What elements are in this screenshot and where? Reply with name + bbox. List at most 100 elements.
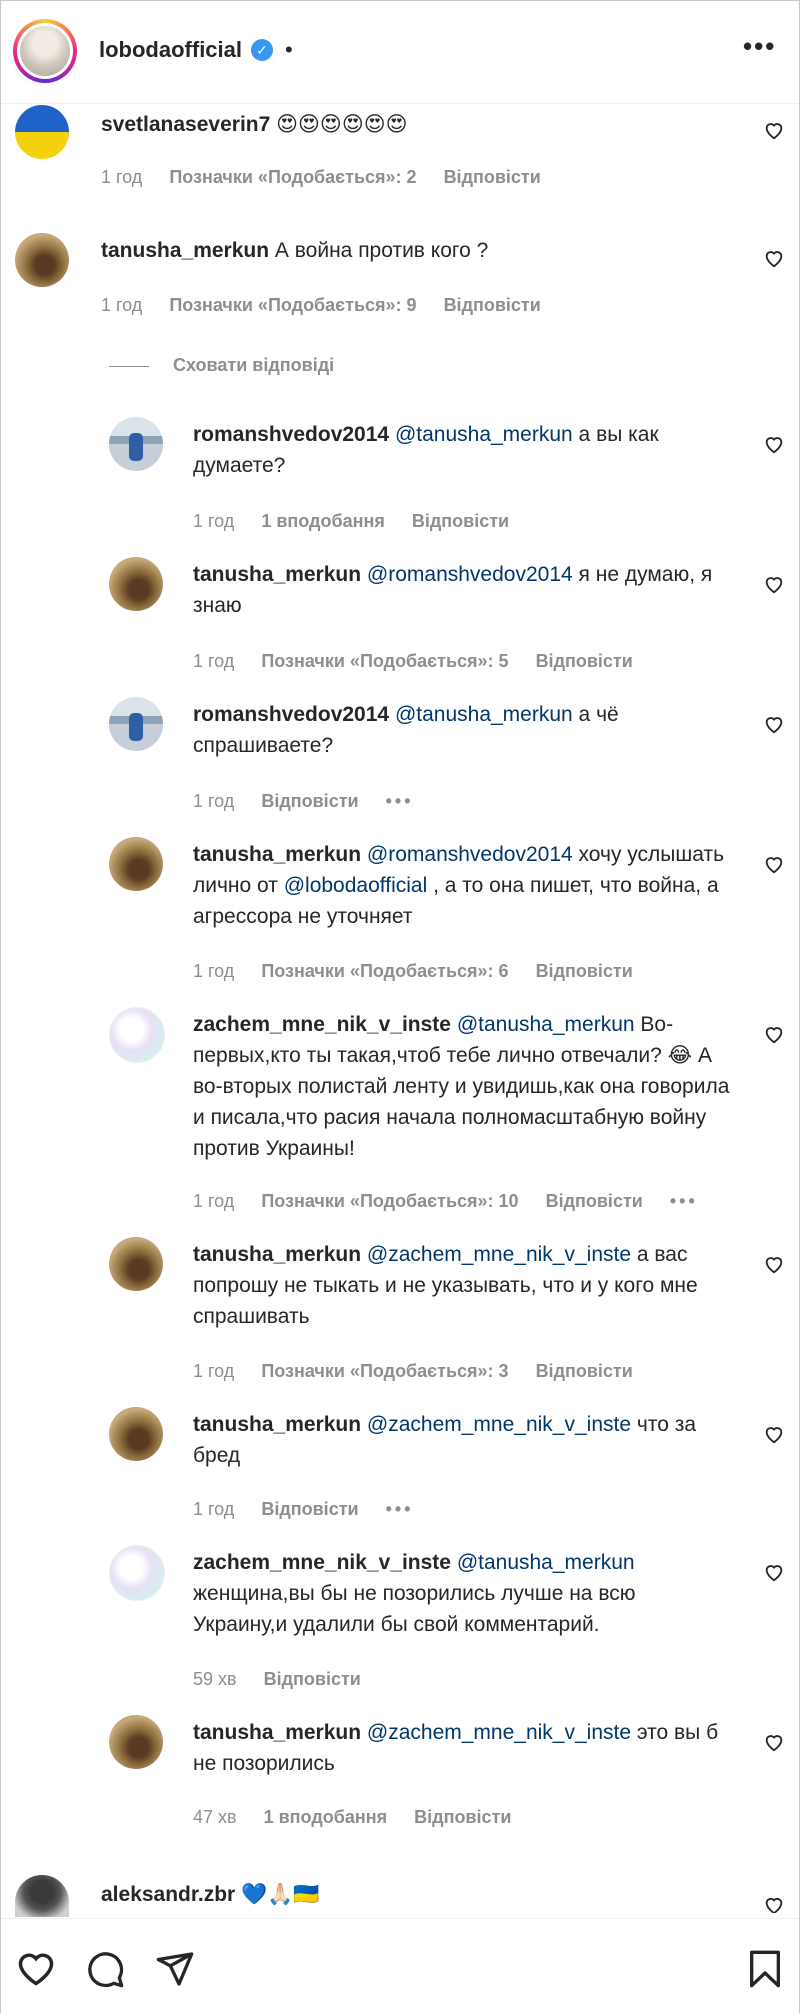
comment-username[interactable]: zachem_mne_nik_v_inste [193, 1013, 451, 1036]
reply-button[interactable]: Відповісти [264, 1669, 361, 1689]
heart-icon[interactable] [763, 573, 785, 595]
comment-time[interactable]: 59 хв [193, 1669, 237, 1689]
mention-link[interactable]: @zachem_mne_nik_v_inste [367, 1721, 631, 1744]
comment-likes[interactable]: Позначки «Подобається»: 9 [169, 295, 416, 315]
reply-button[interactable]: Відповісти [412, 511, 509, 531]
comment-time[interactable]: 1 год [193, 1361, 234, 1381]
comment-meta: 1 год Позначки «Подобається»: 9 Відповіс… [101, 295, 563, 316]
mention-link[interactable]: @tanusha_merkun [395, 703, 573, 726]
comment-meta: 1 год Відповісти ••• [193, 791, 436, 812]
comment-likes[interactable]: Позначки «Подобається»: 6 [261, 961, 508, 981]
mention-link[interactable]: @zachem_mne_nik_v_inste [367, 1243, 631, 1266]
comment-text: tanusha_merkun @romanshvedov2014 я не ду… [193, 559, 733, 621]
more-options-button[interactable]: ••• [743, 31, 776, 62]
avatar[interactable] [109, 837, 163, 891]
heart-icon[interactable] [763, 713, 785, 735]
comment-time[interactable]: 1 год [193, 961, 234, 981]
comment-likes[interactable]: 1 вподобання [264, 1807, 388, 1827]
comment-meta: 47 хв 1 вподобання Відповісти [193, 1807, 533, 1828]
reply-button[interactable]: Відповісти [536, 961, 633, 981]
comment-time[interactable]: 1 год [193, 791, 234, 811]
comment-likes[interactable]: Позначки «Подобається»: 5 [261, 651, 508, 671]
comment-likes[interactable]: 1 вподобання [261, 511, 385, 531]
heart-icon[interactable] [15, 1949, 57, 1987]
mention-link[interactable]: @lobodaofficial [284, 874, 428, 897]
reply-button[interactable]: Відповісти [536, 1361, 633, 1381]
reply-button[interactable]: Відповісти [444, 167, 541, 187]
bookmark-icon[interactable] [747, 1949, 783, 1989]
avatar[interactable] [15, 1875, 69, 1917]
comment-username[interactable]: tanusha_merkun [193, 843, 361, 866]
heart-icon[interactable] [763, 1423, 785, 1445]
comment-username[interactable]: tanusha_merkun [193, 563, 361, 586]
comment-username[interactable]: romanshvedov2014 [193, 703, 389, 726]
hide-replies-button[interactable]: Сховати відповіді [109, 355, 334, 376]
share-icon[interactable] [155, 1949, 195, 1989]
comment-likes[interactable]: Позначки «Подобається»: 3 [261, 1361, 508, 1381]
comment-more-button[interactable]: ••• [670, 1191, 698, 1211]
comment-username[interactable]: aleksandr.zbr [101, 1883, 235, 1906]
hide-replies-label: Сховати відповіді [173, 355, 335, 375]
comment-likes[interactable]: Позначки «Подобається»: 10 [261, 1191, 518, 1211]
mention-link[interactable]: @tanusha_merkun [457, 1551, 635, 1574]
comment-meta: 59 хв Відповісти [193, 1669, 383, 1690]
mention-link[interactable]: @zachem_mne_nik_v_inste [367, 1413, 631, 1436]
separator-dot: • [285, 37, 293, 62]
comment-time[interactable]: 1 год [193, 1499, 234, 1519]
reply-button[interactable]: Відповісти [261, 791, 358, 811]
mention-link[interactable]: @romanshvedov2014 [367, 843, 573, 866]
reply-button[interactable]: Відповісти [536, 651, 633, 671]
comment-likes[interactable]: Позначки «Подобається»: 2 [169, 167, 416, 187]
profile-username[interactable]: lobodaofficial [99, 37, 242, 63]
comment-more-button[interactable]: ••• [386, 791, 414, 811]
avatar[interactable] [109, 1007, 165, 1063]
mention-link[interactable]: @tanusha_merkun [395, 423, 573, 446]
heart-icon[interactable] [763, 1023, 785, 1045]
heart-icon[interactable] [763, 1561, 785, 1583]
profile-avatar[interactable] [13, 19, 77, 83]
heart-icon[interactable] [763, 433, 785, 455]
heart-icon[interactable] [763, 1253, 785, 1275]
comment-username[interactable]: tanusha_merkun [193, 1243, 361, 1266]
comment-username[interactable]: zachem_mne_nik_v_inste [193, 1551, 451, 1574]
avatar[interactable] [109, 697, 163, 751]
comment-time[interactable]: 1 год [101, 167, 142, 187]
heart-icon[interactable] [763, 247, 785, 269]
avatar[interactable] [15, 233, 69, 287]
heart-icon[interactable] [763, 1893, 785, 1913]
avatar[interactable] [109, 1237, 163, 1291]
comment-time[interactable]: 1 год [193, 651, 234, 671]
comment-username[interactable]: romanshvedov2014 [193, 423, 389, 446]
avatar[interactable] [109, 1545, 165, 1601]
comment-username[interactable]: svetlanaseverin7 [101, 113, 270, 136]
avatar[interactable] [109, 1407, 163, 1461]
reply-button[interactable]: Відповісти [546, 1191, 643, 1211]
avatar[interactable] [109, 417, 163, 471]
comment-meta: 1 год Позначки «Подобається»: 6 Відповіс… [193, 961, 655, 982]
mention-link[interactable]: @romanshvedov2014 [367, 563, 573, 586]
mention-link[interactable]: @tanusha_merkun [457, 1013, 635, 1036]
comment-username[interactable]: tanusha_merkun [193, 1721, 361, 1744]
reply-button[interactable]: Відповісти [444, 295, 541, 315]
comment-username[interactable]: tanusha_merkun [101, 239, 269, 262]
comment-meta: 1 год Позначки «Подобається»: 3 Відповіс… [193, 1361, 655, 1382]
avatar[interactable] [109, 1715, 163, 1769]
comment-time[interactable]: 1 год [193, 1191, 234, 1211]
avatar[interactable] [109, 557, 163, 611]
avatar[interactable] [15, 105, 69, 159]
heart-icon[interactable] [763, 853, 785, 875]
heart-icon[interactable] [763, 119, 785, 141]
comment-time[interactable]: 47 хв [193, 1807, 237, 1827]
comment-username[interactable]: tanusha_merkun [193, 1413, 361, 1436]
heart-icon[interactable] [763, 1731, 785, 1753]
comment-more-button[interactable]: ••• [386, 1499, 414, 1519]
comment-time[interactable]: 1 год [101, 295, 142, 315]
comment-text: tanusha_merkun А война против кого ? [101, 235, 741, 266]
reply-button[interactable]: Відповісти [414, 1807, 511, 1827]
comment-time[interactable]: 1 год [193, 511, 234, 531]
comment-text: romanshvedov2014 @tanusha_merkun а чё сп… [193, 699, 733, 761]
reply-button[interactable]: Відповісти [261, 1499, 358, 1519]
verified-icon: ✓ [251, 39, 273, 61]
comment-icon[interactable] [85, 1949, 125, 1989]
comment-meta: 1 год 1 вподобання Відповісти [193, 511, 531, 532]
